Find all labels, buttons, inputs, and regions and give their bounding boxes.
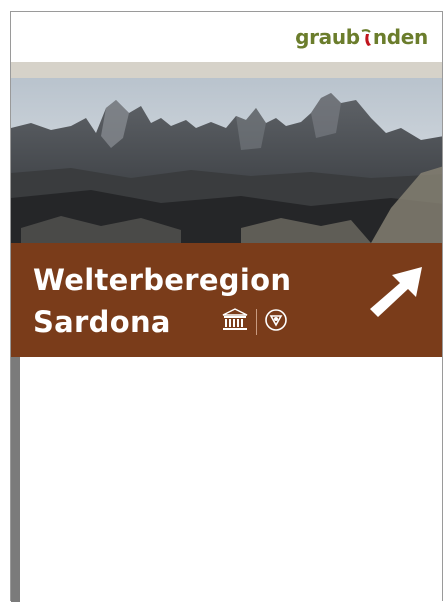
- title-panel: Welterberegion Sardona: [11, 243, 442, 357]
- world-heritage-emblem-icon: [264, 308, 288, 336]
- sign-title-line-2: Sardona: [33, 305, 171, 339]
- mountain-photo: [11, 78, 442, 243]
- logo-mark-icon: [361, 28, 372, 46]
- signboard: graub nden Welterberegion Sardona: [10, 11, 443, 602]
- sign-title-line-1: Welterberegion: [33, 263, 292, 297]
- arrow-up-right-icon: [364, 263, 426, 325]
- logo-text-left: graub: [295, 25, 360, 49]
- sign-post: [11, 357, 20, 602]
- unesco-emblem-icon: [221, 308, 249, 336]
- heritage-emblems: [221, 308, 288, 336]
- emblem-divider: [256, 309, 257, 335]
- graubuenden-logo: graub nden: [295, 25, 428, 49]
- header-band: [11, 62, 442, 78]
- logo-text-right: nden: [372, 25, 428, 49]
